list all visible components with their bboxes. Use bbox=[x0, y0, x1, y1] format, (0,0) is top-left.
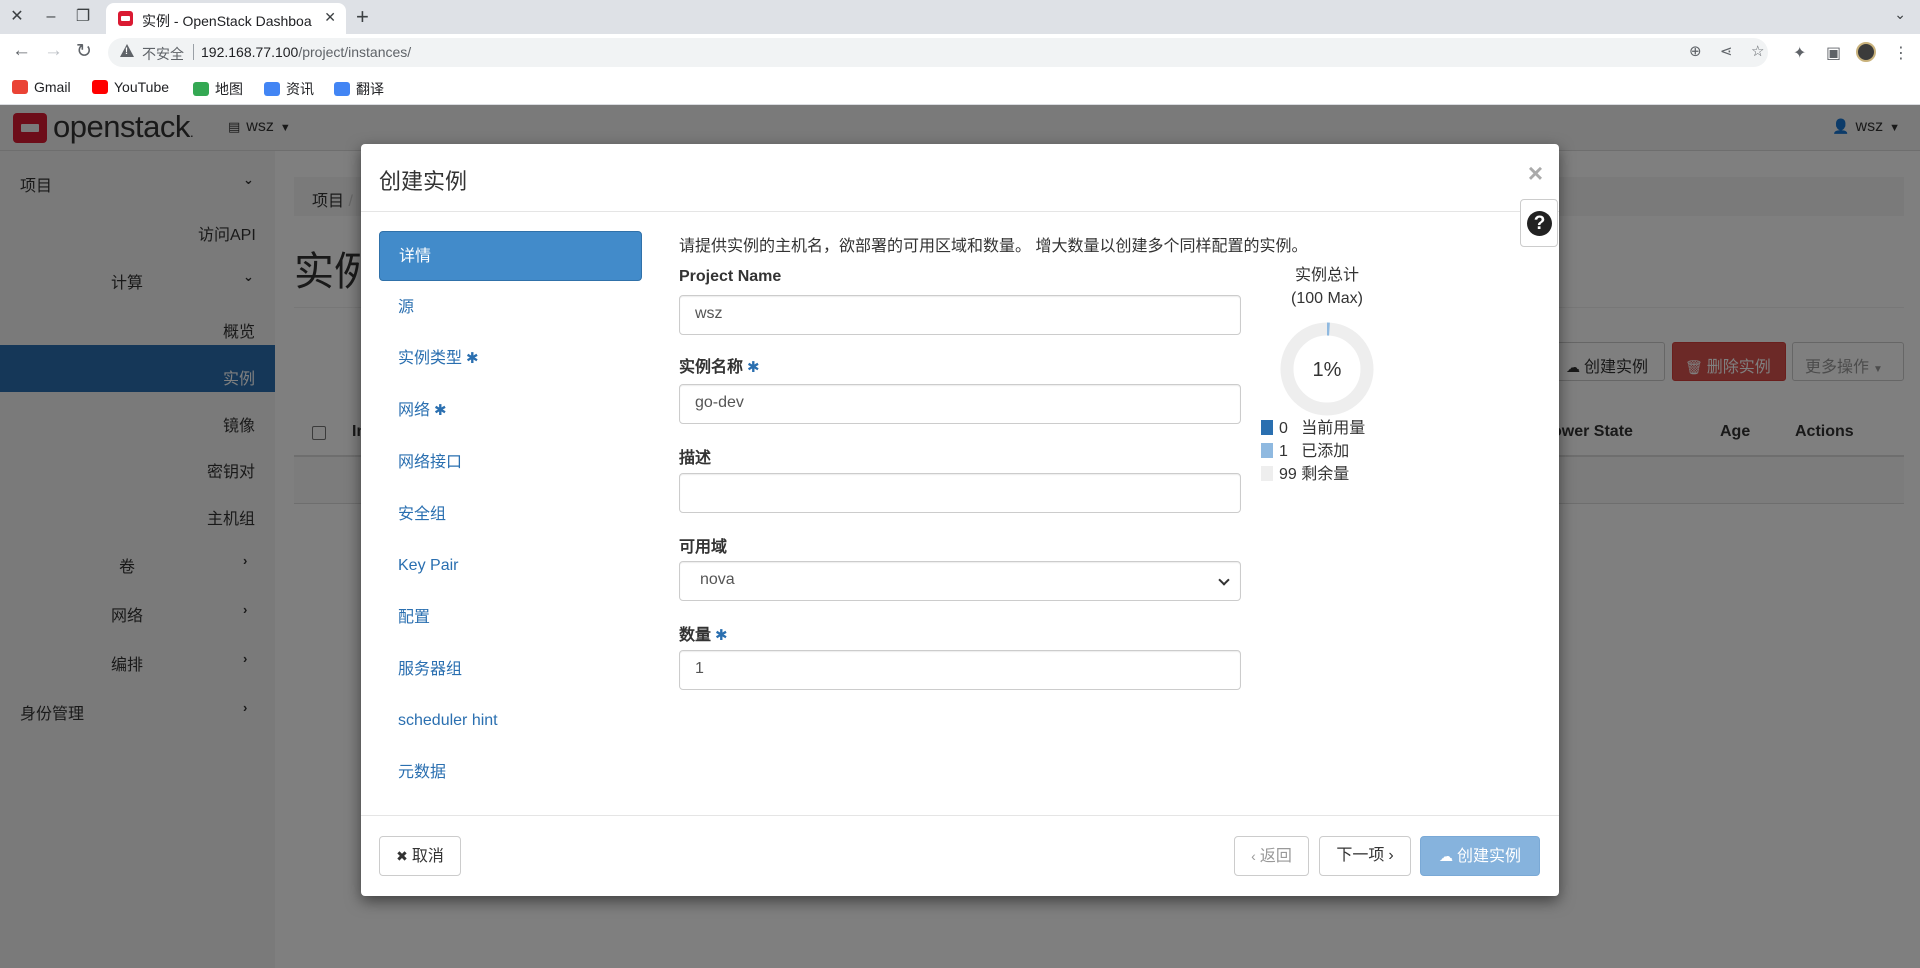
news-icon bbox=[264, 82, 280, 96]
legend-remaining: 99 剩余量 bbox=[1261, 460, 1349, 484]
bookmark-label: 资讯 bbox=[286, 81, 314, 97]
availability-zone-label: 可用域 bbox=[679, 539, 728, 556]
availability-zone-value: nova bbox=[700, 571, 735, 588]
tab-title: 实例 - OpenStack Dashboard bbox=[142, 13, 312, 29]
count-label: 数量 ✱ bbox=[679, 627, 728, 644]
youtube-icon bbox=[92, 80, 108, 94]
url-host: 192.168.77.100 bbox=[201, 44, 299, 60]
browser-menu-icon[interactable]: ⋮ bbox=[1893, 43, 1909, 63]
modal-title: 创建实例 bbox=[379, 169, 468, 194]
url-path: /project/instances/ bbox=[298, 44, 412, 60]
openstack-favicon-icon bbox=[118, 11, 133, 26]
url-text[interactable]: 192.168.77.100/project/instances/ bbox=[201, 44, 411, 60]
bookmark-maps[interactable]: 地图 bbox=[193, 79, 243, 99]
security-label[interactable]: 不安全 bbox=[142, 44, 184, 64]
required-asterisk-icon: ✱ bbox=[434, 402, 447, 419]
bookmark-news[interactable]: 资讯 bbox=[264, 79, 314, 99]
chevron-down-icon bbox=[1218, 574, 1230, 586]
tab-search-chevron-icon[interactable]: ⌄ bbox=[1894, 6, 1906, 23]
bookmark-youtube[interactable]: YouTube bbox=[92, 79, 169, 95]
modal-header: 创建实例 × bbox=[361, 144, 1559, 212]
legend-current-usage: 0 当前用量 bbox=[1261, 414, 1365, 438]
wizard-step-security-groups[interactable]: 安全组 bbox=[379, 490, 642, 540]
maps-icon bbox=[193, 82, 209, 96]
share-icon[interactable]: ⋖ bbox=[1720, 42, 1733, 60]
launch-instance-button[interactable]: ☁ 创建实例 bbox=[1420, 836, 1540, 876]
project-name-field: wsz bbox=[679, 295, 1241, 335]
bookmarks-bar: Gmail YouTube 地图 资讯 翻译 bbox=[0, 71, 1920, 105]
bookmark-label: Gmail bbox=[34, 79, 71, 95]
project-name-label: Project Name bbox=[679, 268, 782, 285]
count-input[interactable]: 1 bbox=[679, 650, 1241, 690]
cloud-upload-icon: ☁ bbox=[1438, 848, 1453, 864]
description-input[interactable] bbox=[679, 473, 1241, 513]
window-close-icon[interactable]: ✕ bbox=[6, 6, 28, 28]
quota-title: 实例总计 (100 Max) bbox=[1290, 267, 1364, 307]
required-asterisk-icon: ✱ bbox=[715, 627, 728, 644]
question-icon: ? bbox=[1527, 211, 1552, 236]
legend-swatch bbox=[1261, 420, 1273, 435]
description-label: 描述 bbox=[679, 450, 712, 467]
translate-icon bbox=[334, 82, 350, 96]
close-icon[interactable]: × bbox=[1528, 158, 1543, 189]
legend-added: 1 已添加 bbox=[1261, 437, 1349, 461]
availability-zone-select[interactable]: nova bbox=[679, 561, 1241, 601]
side-panel-icon[interactable]: ▣ bbox=[1826, 43, 1841, 63]
bookmark-label: YouTube bbox=[114, 79, 170, 95]
step-help-text: 请提供实例的主机名，欲部署的可用区域和数量。 增大数量以创建多个同样配置的实例。 bbox=[679, 238, 1308, 255]
url-omnibox[interactable]: 不安全 192.168.77.100/project/instances/ ⊕ … bbox=[108, 38, 1768, 67]
bookmark-label: 翻译 bbox=[356, 81, 384, 97]
window-minimize-icon[interactable]: – bbox=[40, 6, 62, 28]
address-bar-row: ← → ↻ 不安全 192.168.77.100/project/instanc… bbox=[0, 34, 1920, 71]
bookmark-gmail[interactable]: Gmail bbox=[12, 79, 71, 95]
bookmark-label: 地图 bbox=[215, 81, 243, 97]
chevron-right-icon: › bbox=[1388, 847, 1394, 864]
wizard-step-configuration[interactable]: 配置 bbox=[379, 593, 642, 643]
close-icon: ✖ bbox=[396, 848, 408, 864]
forward-arrow-icon[interactable]: → bbox=[44, 40, 63, 62]
new-tab-icon[interactable]: + bbox=[356, 4, 369, 30]
window-restore-icon[interactable]: ❐ bbox=[72, 6, 94, 28]
warning-icon bbox=[120, 44, 134, 57]
next-button[interactable]: 下一项 › bbox=[1319, 836, 1411, 876]
wizard-step-server-groups[interactable]: 服务器组 bbox=[379, 645, 642, 695]
wizard-step-scheduler-hints[interactable]: scheduler hint bbox=[379, 696, 642, 746]
legend-swatch bbox=[1261, 443, 1273, 458]
chevron-left-icon: ‹ bbox=[1251, 848, 1256, 864]
wizard-step-details[interactable]: 详情 bbox=[379, 231, 642, 281]
required-asterisk-icon: ✱ bbox=[466, 350, 479, 367]
quota-percent: 1% bbox=[1313, 359, 1342, 381]
quota-donut: 1% bbox=[1280, 322, 1374, 416]
legend-swatch bbox=[1261, 466, 1273, 481]
tab-close-icon[interactable]: ✕ bbox=[324, 9, 336, 26]
bookmark-star-icon[interactable]: ☆ bbox=[1751, 42, 1764, 60]
gmail-icon bbox=[12, 80, 28, 94]
instance-name-input[interactable]: go-dev bbox=[679, 384, 1241, 424]
wizard-step-flavor[interactable]: 实例类型 ✱ bbox=[379, 334, 642, 384]
back-arrow-icon[interactable]: ← bbox=[12, 40, 31, 62]
modal-footer: ✖ 取消 ‹ 返回 下一项 › ☁ 创建实例 bbox=[361, 815, 1559, 896]
launch-instance-modal: 创建实例 × 详情 源 实例类型 ✱ 网络 ✱ 网络接口 安全组 Key Pair … bbox=[361, 144, 1559, 896]
browser-tab-active[interactable]: 实例 - OpenStack Dashboard ✕ bbox=[106, 3, 346, 34]
browser-tab-bar: ✕ – ❐ 实例 - OpenStack Dashboard ✕ + ⌄ bbox=[0, 0, 1920, 34]
extensions-puzzle-icon[interactable]: ✦ bbox=[1793, 43, 1806, 63]
help-button[interactable]: ? bbox=[1520, 199, 1558, 247]
bookmark-translate[interactable]: 翻译 bbox=[334, 79, 384, 99]
back-button[interactable]: ‹ 返回 bbox=[1234, 836, 1309, 876]
cancel-button[interactable]: ✖ 取消 bbox=[379, 836, 461, 876]
wizard-step-network-ports[interactable]: 网络接口 bbox=[379, 438, 642, 488]
required-asterisk-icon: ✱ bbox=[747, 359, 760, 376]
wizard-step-metadata[interactable]: 元数据 bbox=[379, 748, 642, 798]
wizard-step-key-pair[interactable]: Key Pair bbox=[379, 541, 642, 591]
omnibox-divider bbox=[193, 44, 194, 60]
profile-avatar[interactable] bbox=[1856, 42, 1876, 62]
wizard-step-networks[interactable]: 网络 ✱ bbox=[379, 386, 642, 436]
zoom-icon[interactable]: ⊕ bbox=[1689, 42, 1702, 60]
reload-icon[interactable]: ↻ bbox=[76, 40, 92, 63]
instance-name-label: 实例名称 ✱ bbox=[679, 359, 760, 376]
wizard-step-source[interactable]: 源 bbox=[379, 283, 642, 333]
